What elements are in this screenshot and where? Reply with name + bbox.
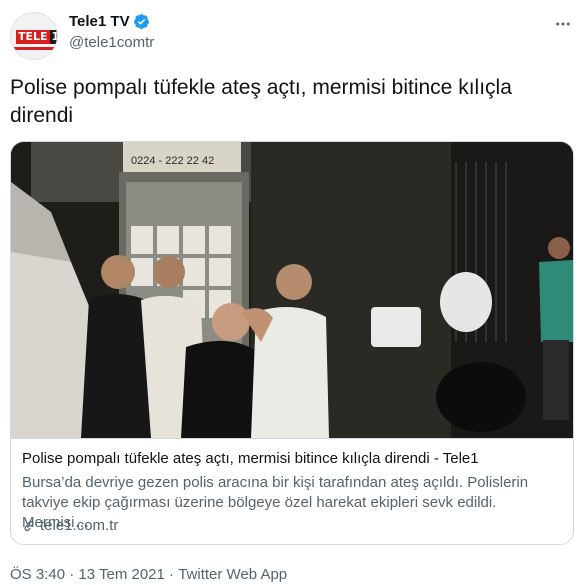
tweet-text: Polise pompalı tüfekle ateş açtı, mermis…	[10, 76, 512, 127]
card-title[interactable]: Polise pompalı tüfekle ateş açtı, mermis…	[22, 450, 479, 467]
logo-text-red: TELE	[16, 30, 50, 44]
tweet-time[interactable]: ÖS 3:40	[10, 566, 65, 583]
shop-sign-text: 0224 - 222 22 42	[131, 155, 214, 167]
more-icon	[556, 22, 570, 26]
author-handle[interactable]: @tele1comtr	[69, 34, 154, 51]
logo-stripe	[11, 47, 57, 50]
meta-separator: ·	[164, 566, 179, 583]
tweet-date[interactable]: 13 Tem 2021	[78, 566, 164, 583]
more-options-button[interactable]	[553, 14, 573, 34]
link-icon	[24, 520, 34, 531]
avatar[interactable]: TELE1	[10, 12, 58, 60]
tweet-meta: ÖS 3:40 · 13 Tem 2021 · Twitter Web App	[10, 566, 287, 583]
tele1-logo: TELE1	[16, 30, 57, 44]
display-name[interactable]: Tele1 TV	[69, 13, 130, 30]
tweet-source[interactable]: Twitter Web App	[178, 566, 287, 583]
card-domain[interactable]: tele1.com.tr	[22, 517, 118, 534]
card-info[interactable]: Polise pompalı tüfekle ateş açtı, mermis…	[11, 438, 573, 544]
logo-text-black: 1	[49, 30, 57, 44]
author-name-row[interactable]: Tele1 TV	[69, 13, 150, 30]
link-preview-card[interactable]: 0224 - 222 22 42 Polise pompalı tüfekle …	[10, 141, 574, 545]
card-domain-text[interactable]: tele1.com.tr	[40, 517, 118, 534]
verified-badge-icon	[133, 14, 149, 29]
card-image[interactable]: 0224 - 222 22 42	[11, 142, 573, 438]
news-photo: 0224 - 222 22 42	[11, 142, 573, 438]
meta-separator: ·	[65, 566, 79, 583]
